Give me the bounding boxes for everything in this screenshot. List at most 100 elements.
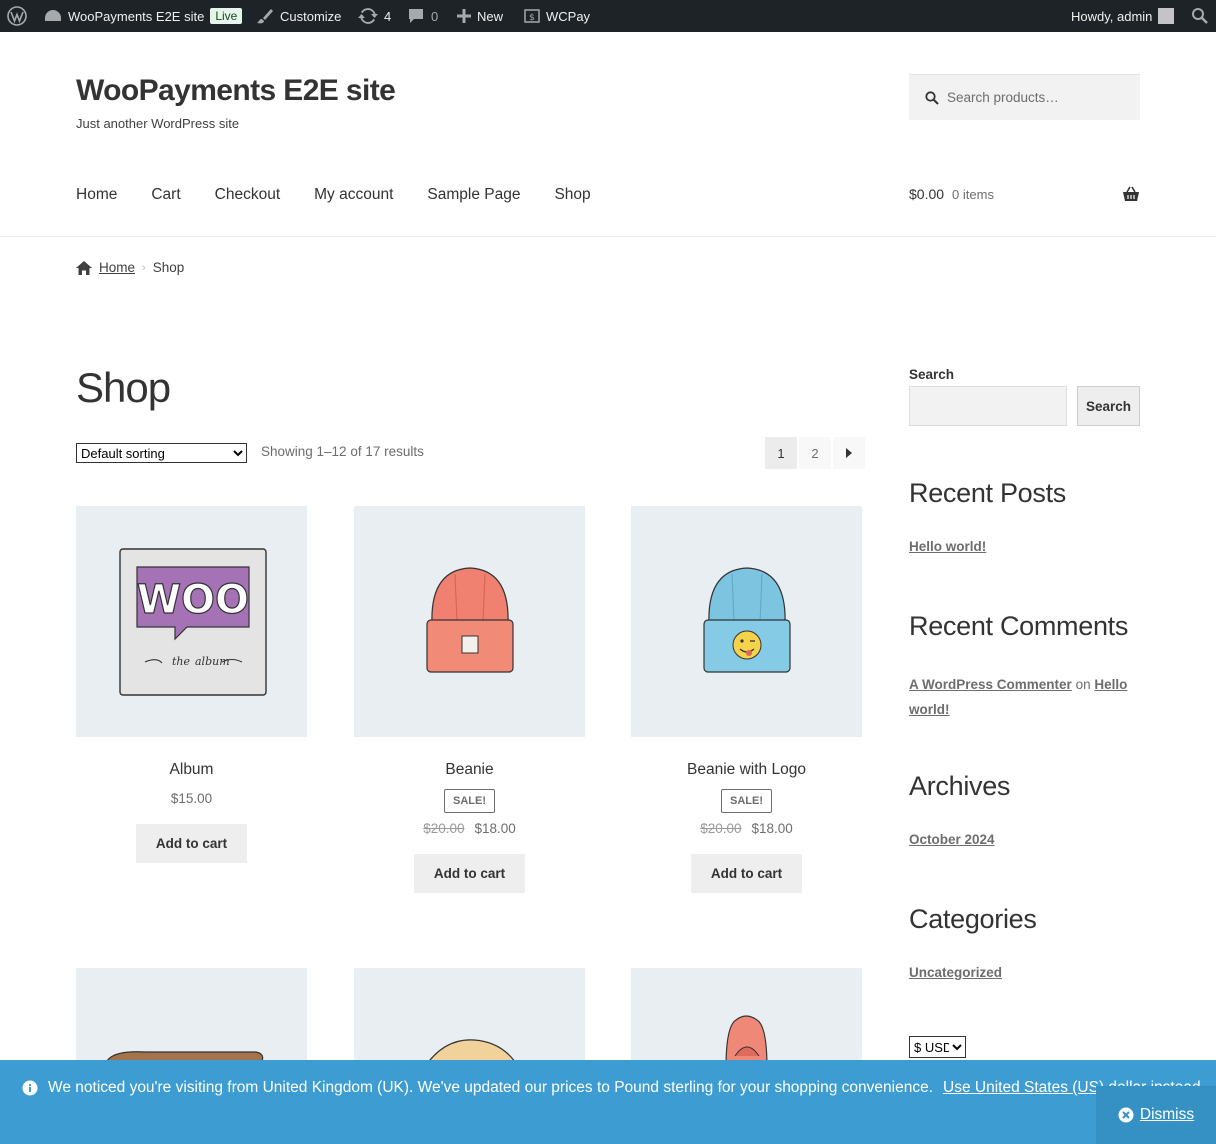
- orderby-select[interactable]: Default sorting: [76, 443, 247, 463]
- howdy-label: Howdy, admin: [1071, 8, 1153, 24]
- recent-post-link[interactable]: Hello world!: [909, 539, 986, 554]
- notice-text: We noticed you're visiting from United K…: [48, 1079, 934, 1096]
- page-2-link[interactable]: 2: [799, 437, 831, 469]
- svg-text:WOO: WOO: [136, 577, 248, 623]
- product-title[interactable]: Beanie: [354, 761, 585, 779]
- product-price: $20.00 $18.00: [631, 821, 862, 836]
- breadcrumb-current: Shop: [152, 260, 185, 275]
- live-badge: Live: [210, 8, 243, 24]
- product-search-input[interactable]: Search products…: [909, 74, 1140, 120]
- product-image-hoodie[interactable]: [631, 968, 862, 1068]
- svg-text:album: album: [195, 655, 230, 668]
- dashboard-icon: [45, 10, 61, 21]
- breadcrumb: Home › Shop: [76, 260, 184, 275]
- search-placeholder: Search products…: [947, 90, 1059, 105]
- nav-item-sample-page[interactable]: Sample Page: [427, 186, 520, 204]
- product-card-cap: [76, 968, 307, 1068]
- admin-bar: WooPayments E2E site Live Customize 4 0 …: [0, 0, 1216, 32]
- commenter-link[interactable]: A WordPress Commenter: [909, 677, 1072, 692]
- dismiss-button[interactable]: Dismiss: [1096, 1086, 1216, 1144]
- wcpay-label: WCPay: [546, 8, 591, 24]
- svg-text:the: the: [172, 655, 191, 668]
- sale-badge: SALE!: [721, 789, 772, 813]
- my-account-menu[interactable]: Howdy, admin: [1071, 0, 1175, 32]
- product-image-hat[interactable]: [354, 968, 585, 1068]
- notice-message: We noticed you're visiting from United K…: [22, 1079, 1205, 1097]
- site-title[interactable]: WooPayments E2E site: [76, 74, 396, 108]
- recent-comment: A WordPress Commenter on Hello world!: [909, 672, 1140, 722]
- updates-link[interactable]: 4: [358, 0, 391, 32]
- sidebar-search-button[interactable]: Search: [1077, 386, 1140, 426]
- wcpay-icon: $: [524, 9, 540, 23]
- comments-link[interactable]: 0: [407, 0, 438, 32]
- add-to-cart-button[interactable]: Add to cart: [135, 824, 248, 863]
- svg-text:$: $: [529, 13, 535, 23]
- product-image-album[interactable]: WOO the album: [76, 506, 307, 737]
- categories-heading: Categories: [909, 904, 1037, 934]
- archives-heading: Archives: [909, 771, 1011, 801]
- add-to-cart-button[interactable]: Add to cart: [413, 854, 526, 893]
- page-1-link[interactable]: 1: [765, 437, 797, 469]
- cart-item-count: 0 items: [952, 186, 994, 202]
- product-card-hoodie: [631, 968, 862, 1068]
- result-count: Showing 1–12 of 17 results: [261, 444, 424, 459]
- customize-link[interactable]: Customize: [256, 0, 341, 32]
- comment-icon: [409, 9, 423, 23]
- category-link[interactable]: Uncategorized: [909, 965, 1002, 980]
- updates-count: 4: [384, 8, 392, 24]
- nav-item-shop[interactable]: Shop: [554, 186, 590, 204]
- nav-item-my-account[interactable]: My account: [314, 186, 393, 204]
- page-title: Shop: [76, 364, 171, 411]
- search-icon: [925, 90, 939, 105]
- header-divider: [0, 236, 1216, 237]
- regular-price: $20.00: [700, 821, 742, 836]
- product-price: $15.00: [170, 791, 213, 806]
- currency-switcher-select[interactable]: $ USD: [909, 1036, 966, 1058]
- admin-search-icon[interactable]: [1191, 0, 1209, 32]
- header-cart[interactable]: $0.00 0 items: [909, 186, 1140, 202]
- archive-link[interactable]: October 2024: [909, 832, 995, 847]
- comments-count: 0: [431, 8, 439, 24]
- sale-price: $18.00: [474, 821, 516, 836]
- breadcrumb-chevron-icon: ›: [142, 261, 146, 274]
- dismiss-label: Dismiss: [1139, 1106, 1195, 1123]
- breadcrumb-home-link[interactable]: Home: [99, 260, 135, 275]
- site-name-label: WooPayments E2E site: [68, 8, 205, 24]
- product-price: $20.00 $18.00: [354, 821, 585, 836]
- nav-item-cart[interactable]: Cart: [151, 186, 180, 204]
- site-name-menu[interactable]: WooPayments E2E site Live: [44, 0, 243, 32]
- comment-on-text: on: [1075, 677, 1091, 692]
- product-image-beanie-with-logo[interactable]: [631, 506, 862, 737]
- wordpress-logo-icon[interactable]: [7, 0, 27, 32]
- sidebar-search-input[interactable]: [909, 386, 1067, 426]
- new-content-menu[interactable]: New: [457, 0, 503, 32]
- product-card-album: WOO the album Album $15.00 Add to cart: [76, 506, 307, 863]
- regular-price: $20.00: [423, 821, 465, 836]
- pagination: 1 2: [765, 437, 865, 469]
- product-card-beanie-with-logo: Beanie with Logo SALE! $20.00 $18.00 Add …: [631, 506, 862, 893]
- brush-icon: [257, 9, 273, 24]
- info-icon: [22, 1080, 38, 1096]
- primary-navigation: Home Cart Checkout My account Sample Pag…: [76, 186, 625, 204]
- wcpay-menu[interactable]: $ WCPay: [524, 0, 590, 32]
- recent-posts-heading: Recent Posts: [909, 478, 1066, 508]
- update-icon: [358, 8, 378, 24]
- new-label: New: [477, 8, 504, 24]
- product-image-cap[interactable]: [76, 968, 307, 1068]
- close-circle-icon: [1118, 1107, 1134, 1123]
- product-image-beanie[interactable]: [354, 506, 585, 737]
- nav-item-checkout[interactable]: Checkout: [215, 186, 280, 204]
- basket-icon: [1123, 186, 1139, 201]
- avatar: [1158, 8, 1175, 24]
- product-title[interactable]: Album: [76, 761, 307, 779]
- add-to-cart-button[interactable]: Add to cart: [690, 854, 803, 893]
- product-title[interactable]: Beanie with Logo: [631, 761, 862, 779]
- nav-item-home[interactable]: Home: [76, 186, 117, 204]
- next-page-icon[interactable]: [833, 437, 865, 469]
- sidebar-search-label: Search: [909, 367, 955, 382]
- site-tagline: Just another WordPress site: [76, 116, 240, 131]
- cart-total: $0.00: [909, 186, 945, 202]
- product-card-beanie: Beanie SALE! $20.00 $18.00 Add to cart: [354, 506, 585, 893]
- product-card-hat: [354, 968, 585, 1068]
- sale-price: $18.00: [751, 821, 793, 836]
